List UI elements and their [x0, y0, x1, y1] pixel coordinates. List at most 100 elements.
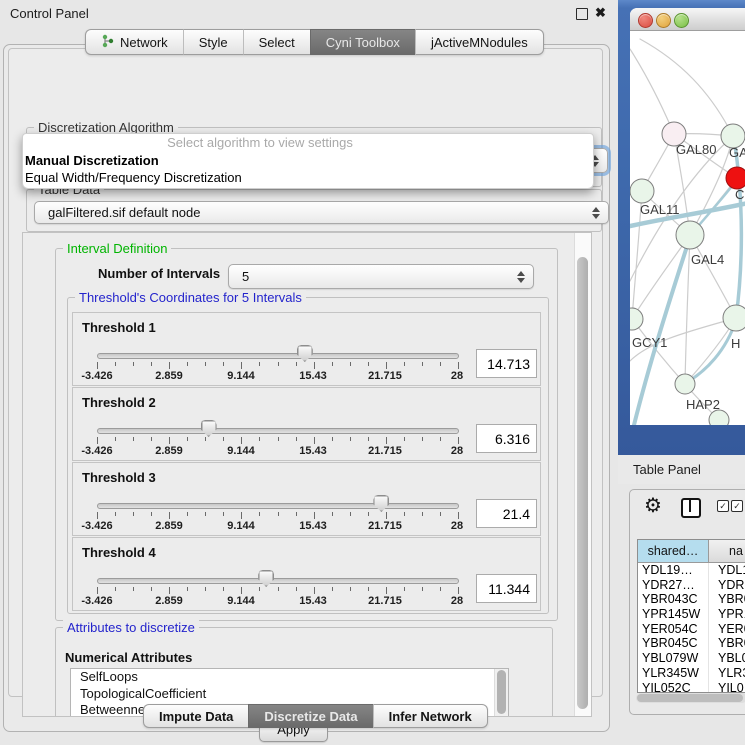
attribute-item-topologicalcoefficient[interactable]: TopologicalCoefficient	[71, 686, 508, 703]
slider-tick-label: 15.43	[299, 370, 327, 382]
table-row[interactable]: YLR345WYLR3	[638, 666, 745, 681]
table-row[interactable]: YPR145WYPR1	[638, 607, 745, 622]
split-view-icon[interactable]	[681, 498, 701, 518]
v-scrollbar-thumb[interactable]	[577, 257, 588, 709]
table-row[interactable]: YDL19…YDL1	[638, 563, 745, 578]
table-row[interactable]: YIL052CYIL0	[638, 681, 745, 693]
threshold-value-field[interactable]	[476, 349, 537, 378]
table-row[interactable]: YDR27…YDR2	[638, 578, 745, 593]
network-node[interactable]	[709, 410, 729, 425]
slider-tick-label: 28	[451, 520, 463, 532]
network-node-c[interactable]	[726, 167, 745, 189]
attributes-scrollbar[interactable]	[494, 669, 508, 716]
threshold-slider-track[interactable]	[97, 578, 459, 584]
tab-network[interactable]: Network	[85, 29, 183, 55]
node-table: shared…na YDL19…YDL1YDR27…YDR2YBR043CYBR…	[637, 539, 745, 693]
threshold-value-field[interactable]	[476, 499, 537, 528]
algorithm-placeholder-option[interactable]: Select algorithm to view settings	[23, 134, 593, 152]
threshold-panel: Threshold 3 -3.4262.8599.14415.4321.7152…	[72, 462, 541, 536]
threshold-slider-track[interactable]	[97, 503, 459, 509]
network-edge	[630, 49, 674, 134]
bottom-tab-discretize-data[interactable]: Discretize Data	[248, 704, 372, 728]
slider-tick	[332, 587, 333, 591]
network-node-hap2[interactable]	[675, 374, 695, 394]
bottom-tab-impute-data[interactable]: Impute Data	[143, 704, 248, 728]
slider-tick	[314, 512, 315, 519]
slider-tick	[278, 437, 279, 441]
slider-tick	[133, 512, 134, 516]
slider-tick	[458, 437, 459, 444]
checkbox-icon[interactable]: ✓	[731, 500, 743, 512]
gear-icon[interactable]: ⚙	[644, 493, 662, 518]
traffic-minimize-icon[interactable]	[656, 13, 671, 28]
bottom-tab-bar: Impute Data Discretize Data Infer Network	[143, 704, 488, 728]
network-window-titlebar[interactable]	[630, 8, 745, 31]
attributes-group-label: Attributes to discretize	[63, 620, 199, 635]
tab-label: Style	[199, 35, 228, 50]
slider-tick	[151, 362, 152, 366]
table-row[interactable]: YER054CYER0	[638, 622, 745, 637]
slider-tick	[133, 587, 134, 591]
traffic-zoom-icon[interactable]	[674, 13, 689, 28]
slider-tick-label: 2.859	[155, 595, 183, 607]
tab-select[interactable]: Select	[243, 29, 310, 55]
threshold-value-field[interactable]	[476, 574, 537, 603]
threshold-label: Threshold 2	[82, 395, 156, 410]
slider-tick	[422, 362, 423, 366]
slider-ticks	[97, 512, 458, 520]
threshold-slider-track[interactable]	[97, 428, 459, 434]
h-scrollbar[interactable]	[636, 693, 745, 703]
slider-tick	[115, 587, 116, 591]
slider-tick	[368, 512, 369, 516]
threshold-slider-handle[interactable]	[373, 495, 389, 512]
tab-jactivemnodules[interactable]: jActiveMNodules	[415, 29, 544, 55]
slider-tick	[223, 587, 224, 591]
slider-tick	[296, 362, 297, 366]
attribute-item-selfloops[interactable]: SelfLoops	[71, 669, 508, 686]
threshold-label: Threshold 1	[82, 320, 156, 335]
tab-cyni-toolbox[interactable]: Cyni Toolbox	[310, 29, 415, 55]
table-row[interactable]: YBR045CYBR0	[638, 636, 745, 651]
column-header-na[interactable]: na	[709, 540, 745, 562]
threshold-value-field[interactable]	[476, 424, 537, 453]
network-node-gal4[interactable]	[676, 221, 704, 249]
slider-tick-label: 9.144	[227, 445, 255, 457]
popup-option-manual-discretization[interactable]: Manual Discretization	[23, 152, 593, 169]
tab-label: Discretize Data	[264, 709, 357, 724]
slider-tick	[296, 512, 297, 516]
slider-ticks	[97, 437, 458, 445]
threshold-label: Threshold 3	[82, 470, 156, 485]
tab-style[interactable]: Style	[183, 29, 243, 55]
slider-tick	[386, 587, 387, 594]
slider-tick	[205, 587, 206, 591]
h-scrollbar-thumb[interactable]	[637, 694, 743, 702]
network-node-gal11[interactable]	[630, 179, 654, 203]
network-node-gcy1[interactable]	[630, 308, 643, 330]
slider-tick	[314, 362, 315, 369]
slider-tick	[187, 362, 188, 366]
threshold-slider-handle[interactable]	[201, 420, 217, 437]
slider-tick	[458, 512, 459, 519]
checkbox-icon[interactable]: ✓	[717, 500, 729, 512]
traffic-close-icon[interactable]	[638, 13, 653, 28]
network-canvas[interactable]: GAL80GACGAL11GAL4GCY1HHAP2	[630, 31, 745, 425]
threshold-slider-track[interactable]	[97, 353, 459, 359]
slider-tick	[169, 362, 170, 369]
slider-tick	[278, 362, 279, 366]
bottom-tab-infer-network[interactable]: Infer Network	[373, 704, 488, 728]
close-icon[interactable]: ✖	[595, 5, 606, 21]
attributes-scrollbar-thumb[interactable]	[497, 670, 506, 714]
number-of-intervals-select[interactable]: 5	[228, 264, 534, 289]
popup-option-equal-width-frequency-discretization[interactable]: Equal Width/Frequency Discretization	[23, 169, 593, 186]
column-header-shared-[interactable]: shared…	[638, 540, 709, 562]
slider-tick	[241, 362, 242, 369]
float-window-button[interactable]	[576, 8, 588, 20]
table-row[interactable]: YBR043CYBR0	[638, 592, 745, 607]
table-header-row: shared…na	[638, 540, 745, 562]
threshold-slider-handle[interactable]	[297, 345, 313, 362]
threshold-slider-handle[interactable]	[258, 570, 274, 587]
network-node-h[interactable]	[723, 305, 745, 331]
v-scrollbar[interactable]	[574, 233, 591, 716]
table-row[interactable]: YBL079WYBL0	[638, 651, 745, 666]
table-data-select[interactable]: galFiltered.sif default node	[34, 201, 609, 224]
